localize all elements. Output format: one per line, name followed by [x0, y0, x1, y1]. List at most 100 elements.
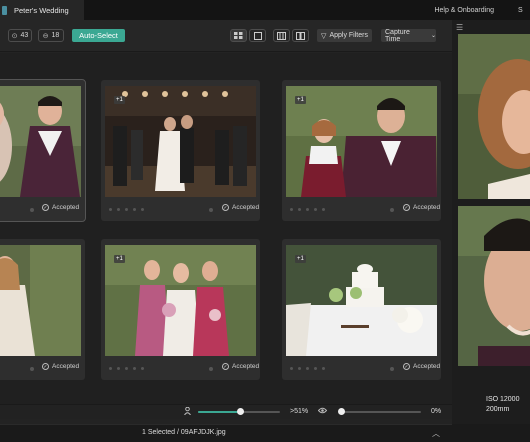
star[interactable]: [322, 367, 325, 370]
photo-thumbnail[interactable]: +1: [105, 86, 256, 197]
photo-thumbnail[interactable]: +1: [286, 86, 437, 197]
star[interactable]: [141, 208, 144, 211]
color-label-dot[interactable]: [30, 367, 34, 371]
color-label-dot[interactable]: [390, 208, 394, 212]
eye-icon: [317, 407, 328, 416]
photo-card[interactable]: +1 ✓ Accepted: [282, 239, 441, 380]
photo-card[interactable]: ✓ Accepted: [0, 239, 85, 380]
bridesmaids-image: [105, 245, 256, 356]
menu-icon[interactable]: ☰: [456, 23, 463, 32]
photo-thumbnail[interactable]: +1: [286, 245, 437, 356]
photo-card[interactable]: ✓ Accepted: [0, 79, 86, 222]
accepted-label: Accepted: [413, 204, 441, 211]
top-right-menu: Help & Onboarding S: [434, 0, 530, 20]
check-circle-icon: ✓: [403, 363, 410, 370]
groom-closeup-image: [458, 206, 530, 366]
bride-portrait-image: [0, 245, 81, 356]
accepted-status[interactable]: ✓ Accepted: [42, 204, 79, 211]
filter-icon: ▽: [321, 32, 327, 40]
star[interactable]: [314, 367, 317, 370]
tab-peters-wedding[interactable]: Peter's Wedding: [0, 0, 84, 20]
star[interactable]: [322, 208, 325, 211]
color-label-dot[interactable]: [209, 208, 213, 212]
auto-select-button[interactable]: Auto-Select: [72, 29, 125, 42]
selection-status: 1 Selected / 09AFJDJK.jpg: [142, 429, 226, 436]
accepted-status[interactable]: ✓ Accepted: [222, 363, 259, 370]
preview-image-bottom[interactable]: [458, 206, 530, 366]
stack-count-badge: +1: [295, 255, 306, 263]
star[interactable]: [314, 208, 317, 211]
eye-threshold-knob[interactable]: [338, 408, 345, 415]
star[interactable]: [290, 208, 293, 211]
accepted-status[interactable]: ✓ Accepted: [403, 204, 440, 211]
color-label-dot[interactable]: [209, 367, 213, 371]
accepted-label: Accepted: [413, 363, 441, 370]
count-all-pill[interactable]: ⊙ 43: [8, 29, 32, 42]
check-circle-icon: ✓: [403, 204, 410, 211]
star[interactable]: [125, 367, 128, 370]
toolbar: ⊙ 43 ⊖ 18 Auto-Select ▽ Apply Filters Ca…: [0, 20, 452, 52]
star[interactable]: [141, 367, 144, 370]
star[interactable]: [117, 367, 120, 370]
stack-count-badge: +1: [114, 255, 125, 263]
target-icon: ⊙: [11, 32, 18, 40]
help-onboarding-link[interactable]: Help & Onboarding: [434, 7, 494, 14]
apply-filters-label: Apply Filters: [329, 32, 368, 39]
project-icon: [2, 5, 7, 15]
photo-thumbnail[interactable]: +1: [105, 245, 256, 356]
photo-metadata: ISO 12000 200mm: [486, 395, 519, 415]
check-circle-icon: ✓: [222, 204, 229, 211]
star[interactable]: [290, 367, 293, 370]
couple-portrait-image: [0, 86, 81, 197]
columns-icon: [296, 31, 305, 40]
star[interactable]: [117, 208, 120, 211]
photo-grid: ✓ Accepted +1 ✓ Accepted +1 ✓ Accepted ✓…: [0, 53, 452, 404]
card-footer: ✓ Accepted: [101, 358, 260, 380]
eye-icon-glyph: [317, 407, 328, 414]
face-threshold-knob[interactable]: [237, 408, 244, 415]
photo-card[interactable]: +1 ✓ Accepted: [101, 80, 260, 221]
star[interactable]: [109, 208, 112, 211]
star[interactable]: [306, 367, 309, 370]
star[interactable]: [298, 208, 301, 211]
photo-thumbnail[interactable]: [0, 86, 81, 197]
star[interactable]: [133, 367, 136, 370]
star[interactable]: [306, 208, 309, 211]
color-label-dot[interactable]: [390, 367, 394, 371]
star[interactable]: [298, 367, 301, 370]
side-by-side-button[interactable]: [292, 29, 309, 42]
preview-image-top[interactable]: [458, 34, 530, 199]
photo-card[interactable]: +1 ✓ Accepted: [101, 239, 260, 380]
star-rating[interactable]: [290, 367, 325, 370]
app-window: Peter's Wedding Help & Onboarding S ⊙ 43…: [0, 0, 530, 442]
compare-view-button[interactable]: [273, 29, 290, 42]
photo-card[interactable]: +1 ✓ Accepted: [282, 80, 441, 221]
photo-thumbnail[interactable]: [0, 245, 81, 356]
next-menu-link[interactable]: S: [518, 7, 530, 14]
grid-view-button[interactable]: [230, 29, 247, 42]
star[interactable]: [125, 208, 128, 211]
color-label-dot[interactable]: [30, 208, 34, 212]
card-footer: ✓ Accepted: [282, 358, 441, 380]
accepted-label: Accepted: [232, 204, 260, 211]
accepted-status[interactable]: ✓ Accepted: [42, 363, 79, 370]
single-view-button[interactable]: [249, 29, 266, 42]
accepted-status[interactable]: ✓ Accepted: [403, 363, 440, 370]
star[interactable]: [109, 367, 112, 370]
star[interactable]: [133, 208, 136, 211]
apply-filters-button[interactable]: ▽ Apply Filters: [317, 29, 372, 42]
star-rating[interactable]: [109, 208, 144, 211]
eye-threshold-track[interactable]: [341, 411, 421, 413]
accepted-label: Accepted: [52, 204, 80, 211]
person-icon-glyph: [184, 406, 191, 416]
accepted-status[interactable]: ✓ Accepted: [222, 204, 259, 211]
chevron-up-icon[interactable]: ︿: [432, 428, 440, 439]
sort-dropdown[interactable]: Capture Time ⌄: [381, 29, 436, 43]
count-selected-value: 18: [51, 32, 60, 39]
square-icon: [253, 31, 262, 40]
star-rating[interactable]: [109, 367, 144, 370]
count-selected-pill[interactable]: ⊖ 18: [38, 29, 64, 42]
star-rating[interactable]: [290, 208, 325, 211]
count-all-value: 43: [20, 32, 29, 39]
card-footer: ✓ Accepted: [282, 199, 441, 221]
